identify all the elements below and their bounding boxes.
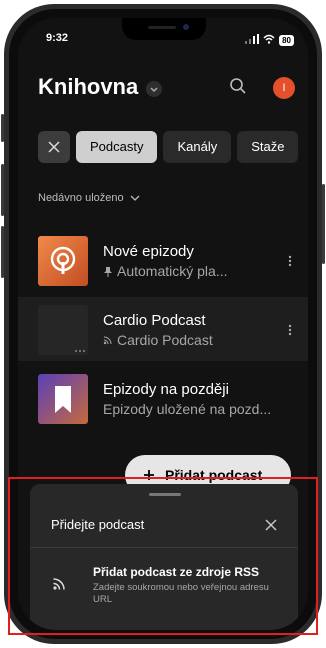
saved-episodes-artwork xyxy=(38,374,88,424)
rss-icon xyxy=(103,336,112,345)
library-item[interactable]: Epizody na později Epizody uložené na po… xyxy=(18,366,308,430)
camera-icon xyxy=(183,24,189,30)
chip-channels[interactable]: Kanály xyxy=(163,131,232,163)
cardio-podcast-artwork xyxy=(38,305,88,355)
sort-label: Nedávno uloženo xyxy=(38,192,124,204)
item-subtitle-text: Cardio Podcast xyxy=(117,332,213,348)
chip-downloads[interactable]: Staže xyxy=(237,131,299,163)
search-icon[interactable] xyxy=(229,77,247,100)
item-subtitle: Epizody uložené na pozd... xyxy=(103,401,275,417)
highlight-box xyxy=(8,477,318,635)
mute-switch xyxy=(1,114,4,142)
item-title: Nové epizody xyxy=(103,243,194,260)
filter-chips: Podcasty Kanály Staže xyxy=(38,131,299,163)
speaker xyxy=(148,26,176,29)
more-options-icon[interactable] xyxy=(288,323,292,341)
item-subtitle-text: Automatický pla... xyxy=(117,263,228,279)
power-button xyxy=(322,184,325,264)
page-title: Knihovna xyxy=(38,74,139,99)
battery-icon: 80 xyxy=(279,34,294,46)
new-episodes-artwork xyxy=(38,236,88,286)
close-icon xyxy=(48,141,60,153)
avatar[interactable]: I xyxy=(273,77,295,99)
item-subtitle: Cardio Podcast xyxy=(103,332,275,348)
item-subtitle: Automatický pla... xyxy=(103,263,275,279)
signal-icon xyxy=(245,31,260,49)
status-icons: 80 xyxy=(245,31,294,49)
wifi-icon xyxy=(263,31,275,49)
pin-icon xyxy=(104,266,112,277)
sort-dropdown[interactable]: Nedávno uloženo xyxy=(38,192,140,204)
app-header: Knihovna I xyxy=(18,66,308,106)
status-time: 9:32 xyxy=(46,32,69,44)
item-subtitle-text: Epizody uložené na pozd... xyxy=(103,401,272,417)
podcast-icon xyxy=(50,246,76,274)
library-item[interactable]: Nové epizody Automatický pla... xyxy=(18,228,308,292)
status-bar: 9:32 80 xyxy=(18,18,308,62)
item-title: Epizody na později xyxy=(103,381,229,398)
chevron-down-icon[interactable] xyxy=(146,81,162,97)
item-title: Cardio Podcast xyxy=(103,312,206,329)
chevron-down-icon xyxy=(130,195,140,201)
bookmark-icon xyxy=(55,386,71,413)
library-item[interactable]: Cardio Podcast Cardio Podcast xyxy=(18,297,308,361)
volume-down-button xyxy=(1,226,4,278)
chip-podcasts[interactable]: Podcasty xyxy=(76,131,158,163)
more-options-icon[interactable] xyxy=(288,254,292,272)
volume-up-button xyxy=(1,164,4,216)
clear-filter-button[interactable] xyxy=(38,131,70,163)
notch xyxy=(122,18,206,40)
